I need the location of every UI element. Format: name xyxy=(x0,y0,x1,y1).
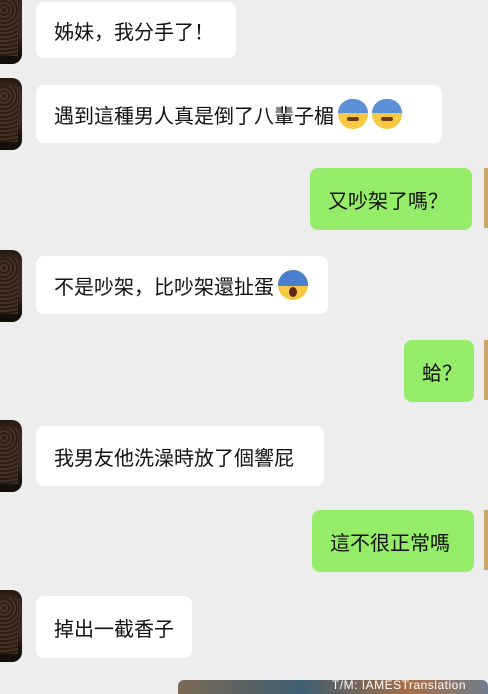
sweat-face-icon xyxy=(372,99,402,129)
message-text: 蛤？ xyxy=(422,360,462,385)
message-text: 這不很正常嗎 xyxy=(330,530,450,555)
message-bubble-sent[interactable]: 又吵架了嗎？ xyxy=(310,168,472,230)
translation-watermark: T/M: IAMESTranslation xyxy=(331,680,466,692)
message-bubble-received[interactable]: 我男友他洗澡時放了個響屁 xyxy=(36,426,324,486)
message-bubble-sent[interactable]: 蛤？ xyxy=(404,340,474,402)
contact-avatar[interactable] xyxy=(0,590,22,662)
screaming-face-icon xyxy=(278,270,308,300)
message-bubble-sent[interactable]: 這不很正常嗎 xyxy=(312,510,474,572)
message-text: 姊妹，我分手了！ xyxy=(54,19,214,44)
sweat-face-icon xyxy=(338,99,368,129)
chat-thread: 姊妹，我分手了！ 遇到這種男人真是倒了八輩子楣 又吵架了嗎？ 不是吵架，比吵架還… xyxy=(0,0,488,694)
message-bubble-received[interactable]: 遇到這種男人真是倒了八輩子楣 xyxy=(36,85,442,143)
own-avatar-edge xyxy=(484,510,488,570)
message-text: 又吵架了嗎？ xyxy=(328,188,448,213)
message-text: 掉出一截香子 xyxy=(54,616,174,641)
contact-avatar[interactable] xyxy=(0,0,22,64)
message-bubble-received[interactable]: 掉出一截香子 xyxy=(36,596,192,658)
message-bubble-received[interactable]: 不是吵架，比吵架還扯蛋 xyxy=(36,256,328,314)
message-text: 不是吵架，比吵架還扯蛋 xyxy=(54,274,274,299)
contact-avatar[interactable] xyxy=(0,250,22,322)
message-text: 遇到這種男人真是倒了八輩子楣 xyxy=(54,103,334,128)
contact-avatar[interactable] xyxy=(0,78,22,150)
translation-watermark-strip: T/M: IAMESTranslation xyxy=(178,680,488,694)
contact-avatar[interactable] xyxy=(0,420,22,492)
message-text: 我男友他洗澡時放了個響屁 xyxy=(54,445,294,470)
own-avatar-edge xyxy=(484,340,488,400)
own-avatar-edge xyxy=(484,168,488,228)
message-bubble-received[interactable]: 姊妹，我分手了！ xyxy=(36,2,236,58)
